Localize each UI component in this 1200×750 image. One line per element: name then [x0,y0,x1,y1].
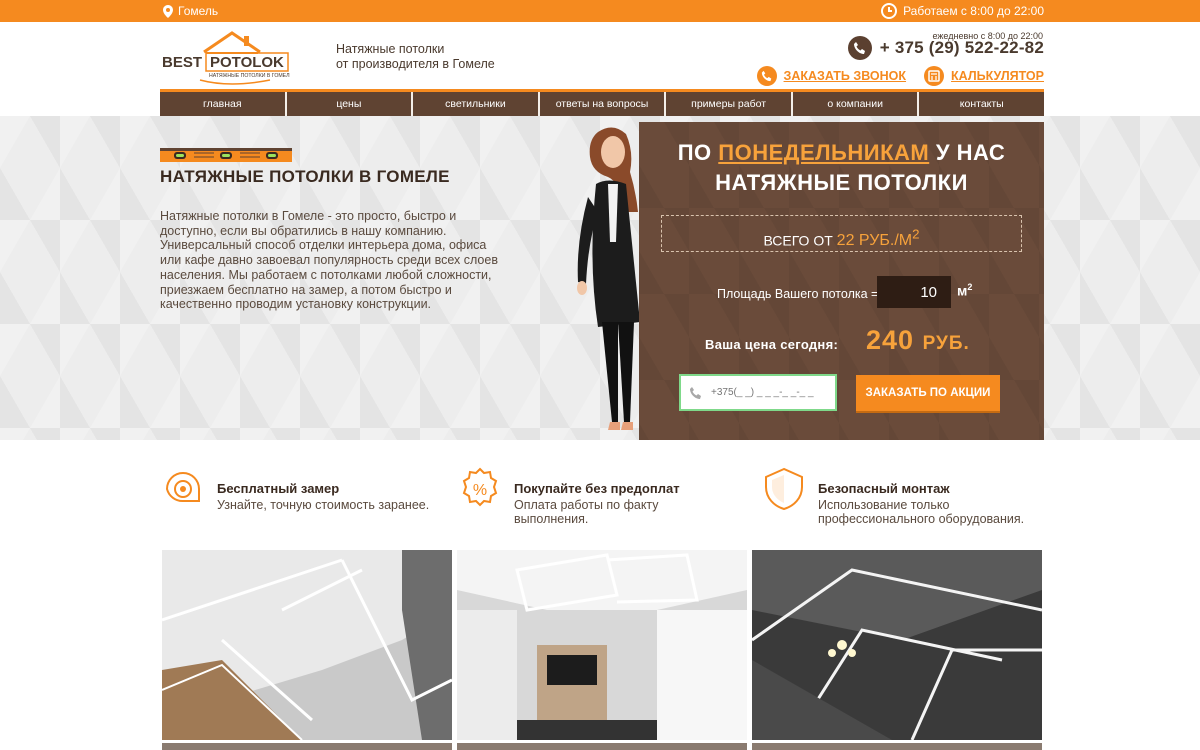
feature-desc-line-2: профессионального оборудования. [818,512,1025,526]
feature-desc: Узнайте, точную стоимость заранее. [217,498,430,512]
promo-title-highlight: ПОНЕДЕЛЬНИКАМ [718,140,930,165]
area-unit-sup: 2 [967,282,973,292]
promo-title-post: У НАС [929,140,1006,165]
feature-desc: Использование только профессионального об… [818,498,1024,526]
calculator-icon [924,66,945,86]
feature-text: Покупайте без предоплат Оплата работы по… [514,467,680,526]
svg-text:POTOLOK: POTOLOK [210,54,284,71]
feature-desc: Оплата работы по факту выполнения. [514,498,680,526]
nav-item-prices[interactable]: цены [287,92,414,116]
clock-icon [881,3,898,19]
nav-item-contacts[interactable]: контакты [919,92,1044,116]
tagline-line-1: Натяжные потолки [336,42,445,56]
logo-graphic: BEST POTOLOK НАТЯЖНЫЕ ПОТОЛКИ В ГОМЕЛЕ [162,31,294,85]
header-tagline: Натяжные потолки от производителя в Гоме… [336,42,495,72]
promo-title-pre: ПО [677,140,719,165]
feature-text: Безопасный монтаж Использование только пр… [818,467,1024,526]
phone-icon [681,386,711,400]
area-input[interactable] [877,276,951,308]
svg-text:BEST: BEST [162,54,202,71]
today-price: 240 РУБ. [866,325,970,356]
hero-description: Натяжные потолки в Гомеле - это просто, … [160,209,498,312]
dark-ceiling-photo-image [752,550,1042,740]
gallery-photo-2[interactable] [457,550,747,740]
gallery-photo-6[interactable] [752,743,1042,750]
nav-item-about[interactable]: о компании [793,92,920,116]
spirit-level-icon [160,148,292,162]
today-price-value: 240 [866,325,915,355]
area-unit-text: м [957,282,968,299]
price-from-amount: 22 РУБ./М [836,232,913,250]
feature-safe-install: Безопасный монтаж Использование только пр… [762,467,1024,526]
feature-title: Покупайте без предоплат [514,481,680,496]
promo-phone-input[interactable] [711,387,831,398]
city-location: Гомель [163,4,218,18]
nav-item-faq[interactable]: ответы на вопросы [540,92,667,116]
call-request-icon [756,66,777,86]
kitchen-photo-image [457,550,747,740]
logo[interactable]: BEST POTOLOK НАТЯЖНЫЕ ПОТОЛКИ В ГОМЕЛЕ [160,30,294,86]
woman-image [577,127,640,430]
feature-text: Бесплатный замер Узнайте, точную стоимос… [217,467,429,512]
order-call-link[interactable]: ЗАКАЗАТЬ ЗВОНОК [756,66,907,86]
header-phone[interactable]: + 375 (29) 522-22-82 [847,36,1044,60]
top-bar: Гомель Работаем с 8:00 до 22:00 [0,0,1200,22]
order-promo-button[interactable]: ЗАКАЗАТЬ ПО АКЦИИ [856,375,1000,411]
order-call-label[interactable]: ЗАКАЗАТЬ ЗВОНОК [784,69,907,83]
gallery-photo-1[interactable] [162,550,452,740]
city-label: Гомель [178,4,219,18]
location-pin-icon [163,4,173,18]
shield-icon [765,467,803,511]
gallery-photo-5[interactable] [457,743,747,750]
ceiling-photo-image [162,550,452,740]
hours-label: Работаем с 8:00 до 22:00 [903,4,1044,18]
today-price-currency: РУБ. [922,333,970,354]
price-from-label: ВСЕГО ОТ [763,232,837,249]
svg-text:%: % [473,482,487,499]
price-from-sup: 2 [912,227,920,242]
promo-title-line-1: ПО ПОНЕДЕЛЬНИКАМ У НАС [639,140,1044,166]
header-actions: ЗАКАЗАТЬ ЗВОНОК КАЛЬКУЛЯТОР [756,66,1044,86]
promo-title-line-2: НАТЯЖНЫЕ ПОТОЛКИ [715,170,968,195]
nav-item-home[interactable]: главная [160,92,287,116]
gallery-photo-3[interactable] [752,550,1042,740]
phone-icon [847,36,872,60]
area-label: Площадь Вашего потолка = [717,287,879,301]
phone-number[interactable]: + 375 (29) 522-22-82 [880,38,1044,58]
feature-title: Безопасный монтаж [818,481,950,496]
main-nav: главная цены светильники ответы на вопро… [160,89,1044,116]
feature-desc-line-2: выполнения. [514,512,589,526]
gallery-photo-4[interactable] [162,743,452,750]
feature-desc-line-1: Использование только [818,498,950,512]
feature-free-measure: Бесплатный замер Узнайте, точную стоимос… [161,467,429,512]
price-from-box: ВСЕГО ОТ 22 РУБ./М2 [661,215,1022,252]
tagline-line-2: от производителя в Гомеле [336,57,495,71]
feature-desc-line-1: Оплата работы по факту [514,498,659,512]
nav-item-lights[interactable]: светильники [413,92,540,116]
feature-no-prepay: % Покупайте без предоплат Оплата работы … [458,467,680,526]
svg-text:НАТЯЖНЫЕ ПОТОЛКИ В ГОМЕЛЕ: НАТЯЖНЫЕ ПОТОЛКИ В ГОМЕЛЕ [209,73,290,79]
calculator-label[interactable]: КАЛЬКУЛЯТОР [951,69,1044,83]
promo-phone-field[interactable] [679,374,837,411]
tape-measure-icon [165,472,200,503]
promo-box: ПО ПОНЕДЕЛЬНИКАМ У НАС НАТЯЖНЫЕ ПОТОЛКИ … [639,122,1044,440]
working-hours: Работаем с 8:00 до 22:00 [881,3,1044,19]
page-title: НАТЯЖНЫЕ ПОТОЛКИ В ГОМЕЛЕ [160,167,450,186]
today-price-label: Ваша цена сегодня: [705,337,839,352]
calculator-link[interactable]: КАЛЬКУЛЯТОР [924,66,1044,86]
feature-title: Бесплатный замер [217,481,340,496]
percent-badge-icon: % [462,467,498,507]
area-unit: м2 [957,282,972,299]
price-from-value: 22 РУБ./М2 [836,227,920,250]
nav-item-portfolio[interactable]: примеры работ [666,92,793,116]
